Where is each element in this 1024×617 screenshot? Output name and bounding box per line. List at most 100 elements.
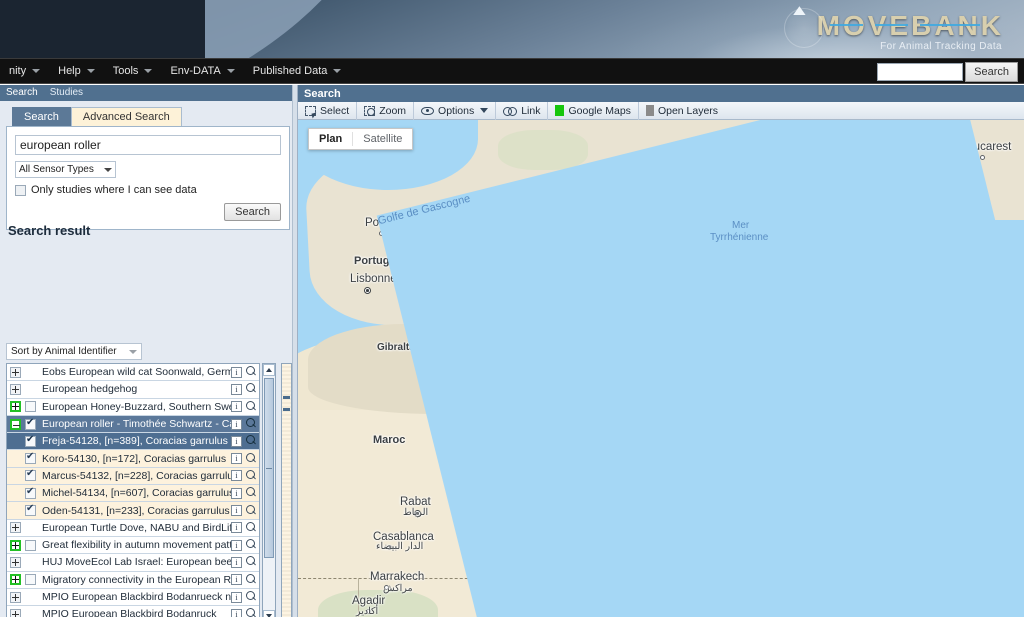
table-row[interactable]: MPIO European Blackbird Bodanruck i	[7, 606, 259, 617]
track-end-marker[interactable]: ✚	[575, 535, 588, 550]
study-search-button[interactable]: Search	[224, 203, 281, 221]
only-studies-checkbox[interactable]	[15, 184, 26, 196]
row-checkbox[interactable]	[25, 451, 36, 465]
row-checkbox[interactable]	[25, 503, 36, 517]
scroll-up-arrow[interactable]	[263, 364, 275, 376]
info-icon[interactable]: i	[231, 435, 242, 447]
search-icon[interactable]	[245, 383, 257, 395]
info-icon[interactable]: i	[231, 556, 242, 568]
info-icon[interactable]: i	[231, 418, 242, 430]
row-checkbox[interactable]	[25, 417, 36, 430]
search-icon[interactable]	[245, 469, 257, 482]
row-checkbox[interactable]	[25, 574, 36, 586]
search-icon[interactable]	[245, 608, 257, 617]
map-canvas[interactable]: Plan Satellite ★▪▪ ✚ Portugal Espagne Ma…	[298, 120, 1024, 617]
expand-icon[interactable]	[10, 591, 21, 603]
toolbar-options-button[interactable]: Options	[414, 101, 497, 120]
info-icon[interactable]: i	[231, 453, 242, 465]
search-icon[interactable]	[245, 573, 257, 586]
menu-item-community[interactable]: nity	[0, 58, 49, 84]
table-row[interactable]: European Turtle Dove, NABU and BirdLife …	[7, 520, 259, 537]
search-icon[interactable]	[245, 435, 257, 447]
expand-icon[interactable]	[10, 366, 21, 378]
point-cluster-marker[interactable]: ★▪▪	[580, 167, 602, 181]
search-icon[interactable]	[245, 539, 257, 551]
toolbar-select-button[interactable]: Select	[298, 101, 358, 120]
toolbar-link-button[interactable]: Link	[496, 101, 549, 120]
map-type-plan[interactable]: Plan	[309, 129, 352, 149]
table-row[interactable]: Oden-54131, [n=233], Coracias garrulusi	[7, 502, 259, 520]
map-type-satellite[interactable]: Satellite	[353, 129, 412, 149]
global-search-input[interactable]	[877, 63, 964, 81]
scrollbar-thumb[interactable]	[264, 378, 274, 558]
info-icon[interactable]: i	[231, 608, 242, 617]
expand-icon[interactable]	[10, 556, 21, 568]
search-result-list[interactable]: Eobs European wild cat Soonwald, Germany…	[6, 363, 260, 617]
info-icon[interactable]: i	[231, 574, 242, 586]
collapse-icon[interactable]	[10, 418, 21, 430]
table-row[interactable]: Michel-54134, [n=607], Coracias garrulus…	[7, 485, 259, 503]
table-row[interactable]: HUJ MoveEcol Lab Israel: European bee-ea…	[7, 554, 259, 572]
movebank-logo[interactable]: MOVEBANK ▲ For Animal Tracking Data	[756, 2, 1006, 56]
result-overview-strip[interactable]	[281, 363, 292, 617]
scroll-down-arrow[interactable]	[263, 610, 275, 617]
info-icon[interactable]: i	[231, 539, 242, 551]
table-row[interactable]: Koro-54130, [n=172], Coracias garrulus i	[7, 450, 259, 468]
info-icon[interactable]: i	[231, 470, 242, 482]
toolbar-zoom-button[interactable]: Zoom	[357, 101, 415, 120]
tab-advanced-search[interactable]: Advanced Search	[70, 107, 182, 126]
table-row[interactable]: European hedgehog i	[7, 381, 259, 399]
info-icon[interactable]: i	[231, 383, 242, 395]
only-studies-row[interactable]: Only studies where I can see data	[15, 184, 281, 196]
menu-item-help[interactable]: Help	[49, 58, 104, 84]
global-search-button[interactable]: Search	[965, 62, 1018, 82]
menu-item-tools[interactable]: Tools	[104, 58, 162, 84]
panel-tab-studies[interactable]: Studies	[44, 85, 89, 101]
search-icon[interactable]	[245, 418, 257, 430]
info-icon[interactable]: i	[231, 522, 242, 534]
expand-icon[interactable]	[10, 608, 21, 617]
toolbar-open-layers-toggle[interactable]: Open Layers	[639, 102, 725, 120]
tab-search[interactable]: Search	[12, 107, 71, 126]
expand-icon[interactable]	[10, 401, 21, 413]
search-icon[interactable]	[245, 487, 257, 499]
table-row[interactable]: MPIO European Blackbird Bodanrueck new i	[7, 589, 259, 607]
table-row[interactable]: Great flexibility in autumn movement pat…	[7, 537, 259, 555]
search-icon[interactable]	[245, 400, 257, 413]
info-icon[interactable]: i	[231, 366, 242, 378]
row-checkbox[interactable]	[25, 486, 36, 499]
search-icon[interactable]	[245, 591, 257, 603]
search-icon[interactable]	[245, 556, 257, 568]
search-icon[interactable]	[245, 366, 257, 378]
expand-icon[interactable]	[10, 574, 21, 586]
row-checkbox[interactable]	[25, 539, 36, 551]
expand-icon[interactable]	[10, 383, 21, 395]
panel-tab-search[interactable]: Search	[0, 85, 44, 101]
track-start-marker[interactable]	[586, 185, 599, 198]
menu-item-env-data[interactable]: Env-DATA	[161, 58, 243, 84]
info-icon[interactable]: i	[231, 487, 242, 499]
result-list-scrollbar[interactable]	[262, 363, 276, 617]
table-row[interactable]: Freja-54128, [n=389], Coracias garrulusi	[7, 433, 259, 451]
row-checkbox[interactable]	[25, 434, 36, 447]
info-icon[interactable]: i	[231, 591, 242, 603]
sensor-type-select[interactable]: All Sensor Types	[15, 161, 116, 178]
table-row[interactable]: European Honey-Buzzard, Southern Swedeni	[7, 399, 259, 416]
expand-icon[interactable]	[10, 539, 21, 551]
study-search-input[interactable]	[15, 135, 281, 155]
search-icon[interactable]	[245, 452, 257, 465]
search-icon[interactable]	[245, 521, 257, 534]
table-row[interactable]: Migratory connectivity in the European R…	[7, 572, 259, 589]
table-row[interactable]: European roller - Timothée Schwartz - Ca…	[7, 415, 259, 434]
table-row[interactable]: Marcus-54132, [n=228], Coracias garrulus…	[7, 467, 259, 486]
search-icon[interactable]	[245, 504, 257, 517]
expand-icon[interactable]	[10, 522, 21, 534]
sort-select[interactable]: Sort by Animal Identifier	[6, 343, 142, 360]
menu-item-published-data[interactable]: Published Data	[244, 58, 351, 84]
toolbar-google-maps-toggle[interactable]: Google Maps	[548, 101, 639, 120]
row-checkbox[interactable]	[25, 468, 36, 482]
info-icon[interactable]: i	[231, 505, 242, 517]
table-row[interactable]: Eobs European wild cat Soonwald, Germany…	[7, 364, 259, 382]
info-icon[interactable]: i	[231, 401, 242, 413]
row-checkbox[interactable]	[25, 401, 36, 413]
